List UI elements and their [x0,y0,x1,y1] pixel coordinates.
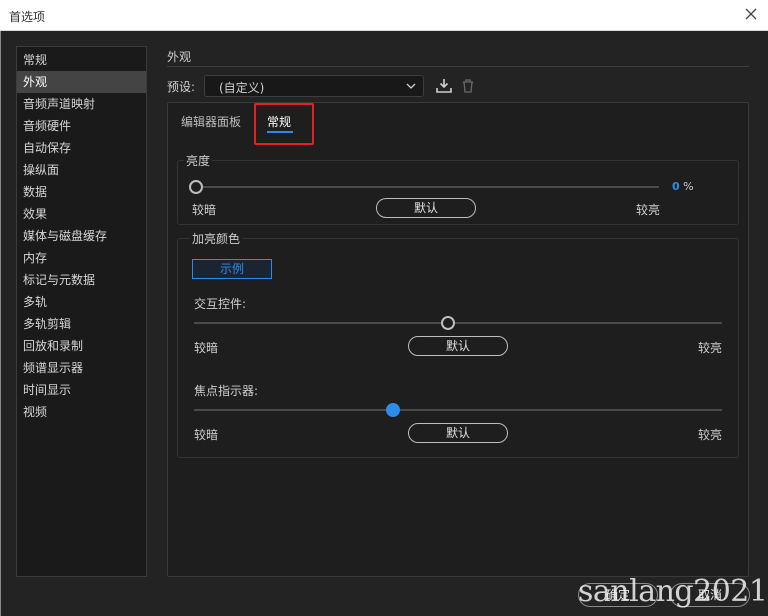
sidebar-item-effects[interactable]: 效果 [17,203,146,225]
sidebar-item-control-surface[interactable]: 操纵面 [17,159,146,181]
brightness-value-unit: % [683,180,694,193]
sidebar-item-multitrack-clips[interactable]: 多轨剪辑 [17,313,146,335]
brightness-slider-knob[interactable] [189,180,203,194]
interactive-controls-min-label: 较暗 [194,341,219,355]
brightness-max-label: 较亮 [636,203,661,217]
window-border [0,31,1,616]
sample-button[interactable]: 示例 [192,259,272,279]
brightness-title: 亮度 [184,152,213,169]
section-title: 外观 [167,50,192,64]
sidebar-item-spectral-displays[interactable]: 频谱显示器 [17,357,146,379]
sidebar-item-media-disk-cache[interactable]: 媒体与磁盘缓存 [17,225,146,247]
sidebar: 常规 外观 音频声道映射 音频硬件 自动保存 操纵面 数据 效果 媒体与磁盘缓存… [16,46,147,577]
interactive-controls-default-button[interactable]: 默认 [408,336,508,356]
highlight-color-title: 加亮颜色 [190,230,243,247]
sidebar-item-multitrack[interactable]: 多轨 [17,291,146,313]
focus-indicator-label: 焦点指示器: [194,384,259,398]
focus-indicator-default-button[interactable]: 默认 [408,423,508,443]
preset-dropdown[interactable]: (自定义) [204,75,424,97]
watermark: sanlang2021 [578,574,768,609]
brightness-value-number: 0 [672,180,680,193]
sidebar-item-audio-channel-mapping[interactable]: 音频声道映射 [17,93,146,115]
sidebar-item-auto-save[interactable]: 自动保存 [17,137,146,159]
interactive-controls-slider-knob[interactable] [441,316,455,330]
highlight-box [254,103,314,145]
tab-editor-panels[interactable]: 编辑器面板 [181,113,241,130]
sidebar-item-appearance[interactable]: 外观 [17,71,146,93]
sidebar-item-video[interactable]: 视频 [17,401,146,423]
preset-value: (自定义) [219,81,265,95]
interactive-controls-max-label: 较亮 [698,341,723,355]
title-bar: 首选项 [0,0,768,31]
focus-indicator-max-label: 较亮 [698,428,723,442]
sidebar-item-general[interactable]: 常规 [17,49,146,71]
brightness-default-button[interactable]: 默认 [376,198,476,218]
focus-indicator-slider-track[interactable] [194,409,722,411]
sidebar-item-data[interactable]: 数据 [17,181,146,203]
section-divider [167,66,749,67]
sidebar-item-time-display[interactable]: 时间显示 [17,379,146,401]
sidebar-item-markers-metadata[interactable]: 标记与元数据 [17,269,146,291]
sidebar-item-memory[interactable]: 内存 [17,247,146,269]
brightness-slider-track[interactable] [196,186,659,188]
focus-indicator-min-label: 较暗 [194,428,219,442]
focus-indicator-slider-knob[interactable] [386,403,400,417]
save-preset-icon[interactable] [435,77,453,95]
brightness-value: 0 % [672,180,694,193]
sidebar-item-audio-hardware[interactable]: 音频硬件 [17,115,146,137]
preset-label: 预设: [167,80,196,94]
window-title: 首选项 [9,10,46,24]
chevron-down-icon [405,80,417,92]
trash-icon[interactable] [459,77,477,95]
brightness-min-label: 较暗 [192,203,217,217]
sidebar-item-playback-recording[interactable]: 回放和录制 [17,335,146,357]
close-icon[interactable] [742,5,760,23]
interactive-controls-label: 交互控件: [194,297,247,311]
interactive-controls-slider-track[interactable] [194,322,722,324]
